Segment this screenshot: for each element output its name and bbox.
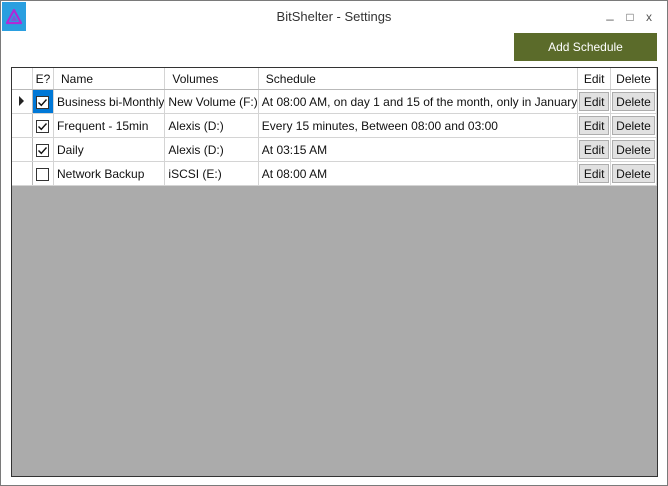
table-row[interactable]: Frequent - 15min Alexis (D:) Every 15 mi… (12, 113, 657, 138)
volumes-cell[interactable]: iSCSI (E:) (164, 161, 259, 186)
add-schedule-button[interactable]: Add Schedule (514, 33, 657, 61)
column-header-delete[interactable]: Delete (610, 68, 657, 90)
edit-button[interactable]: Edit (579, 116, 610, 135)
column-header-name[interactable]: Name (53, 68, 166, 90)
schedule-cell[interactable]: At 08:00 AM, on day 1 and 15 of the mont… (258, 89, 579, 114)
title-bar[interactable]: BitShelter - Settings _ □ x (1, 1, 667, 32)
close-icon[interactable]: x (642, 10, 656, 24)
table-row[interactable]: Daily Alexis (D:) At 03:15 AM Edit Delet… (12, 137, 657, 162)
edit-button[interactable]: Edit (579, 164, 610, 183)
delete-cell: Delete (610, 137, 657, 162)
column-header-edit[interactable]: Edit (577, 68, 612, 90)
column-header-schedule[interactable]: Schedule (258, 68, 579, 90)
delete-cell: Delete (610, 113, 657, 138)
edit-button[interactable]: Edit (579, 140, 610, 159)
table-row[interactable]: Network Backup iSCSI (E:) At 08:00 AM Ed… (12, 161, 657, 186)
name-cell[interactable]: Business bi-Monthly (53, 89, 166, 114)
enabled-cell[interactable] (32, 137, 55, 162)
delete-button[interactable]: Delete (612, 164, 655, 183)
minimize-icon[interactable]: _ (603, 7, 617, 21)
enabled-checkbox[interactable] (36, 143, 50, 157)
column-header-enabled[interactable]: E? (32, 68, 55, 90)
table-row[interactable]: Business bi-Monthly New Volume (F:) At 0… (12, 89, 657, 114)
enabled-checkbox[interactable] (36, 95, 50, 109)
settings-window: BitShelter - Settings _ □ x Add Schedule… (0, 0, 668, 486)
schedule-cell[interactable]: At 03:15 AM (258, 137, 579, 162)
edit-cell: Edit (577, 161, 612, 186)
header-row: E? Name Volumes Schedule Edit Delete (12, 68, 657, 90)
edit-button[interactable]: Edit (579, 92, 610, 111)
row-header[interactable] (12, 161, 33, 186)
schedules-table: E? Name Volumes Schedule Edit Delete Bus… (12, 68, 657, 186)
window-title: BitShelter - Settings (276, 9, 392, 24)
delete-cell: Delete (610, 161, 657, 186)
schedule-cell[interactable]: Every 15 minutes, Between 08:00 and 03:0… (258, 113, 579, 138)
column-header-volumes[interactable]: Volumes (164, 68, 259, 90)
enabled-cell[interactable] (32, 161, 55, 186)
volumes-cell[interactable]: New Volume (F:) (164, 89, 259, 114)
checkmark-icon (38, 122, 48, 130)
volumes-cell[interactable]: Alexis (D:) (164, 113, 259, 138)
delete-button[interactable]: Delete (612, 92, 655, 111)
delete-button[interactable]: Delete (612, 116, 655, 135)
enabled-checkbox[interactable] (36, 167, 50, 181)
delete-cell: Delete (610, 89, 657, 114)
row-header[interactable] (12, 89, 33, 114)
schedule-cell[interactable]: At 08:00 AM (258, 161, 579, 186)
enabled-checkbox[interactable] (36, 119, 50, 133)
enabled-cell[interactable] (32, 89, 55, 114)
edit-cell: Edit (577, 89, 612, 114)
checkmark-icon (38, 146, 48, 154)
schedules-grid[interactable]: E? Name Volumes Schedule Edit Delete Bus… (11, 67, 658, 477)
name-cell[interactable]: Daily (53, 137, 166, 162)
edit-cell: Edit (577, 137, 612, 162)
edit-cell: Edit (577, 113, 612, 138)
row-header[interactable] (12, 113, 33, 138)
enabled-cell[interactable] (32, 113, 55, 138)
checkmark-icon (38, 98, 48, 106)
row-header-corner (12, 68, 33, 90)
row-header[interactable] (12, 137, 33, 162)
volumes-cell[interactable]: Alexis (D:) (164, 137, 259, 162)
current-row-arrow-icon (19, 96, 24, 106)
delete-button[interactable]: Delete (612, 140, 655, 159)
name-cell[interactable]: Frequent - 15min (53, 113, 166, 138)
name-cell[interactable]: Network Backup (53, 161, 166, 186)
maximize-icon[interactable]: □ (623, 10, 637, 24)
